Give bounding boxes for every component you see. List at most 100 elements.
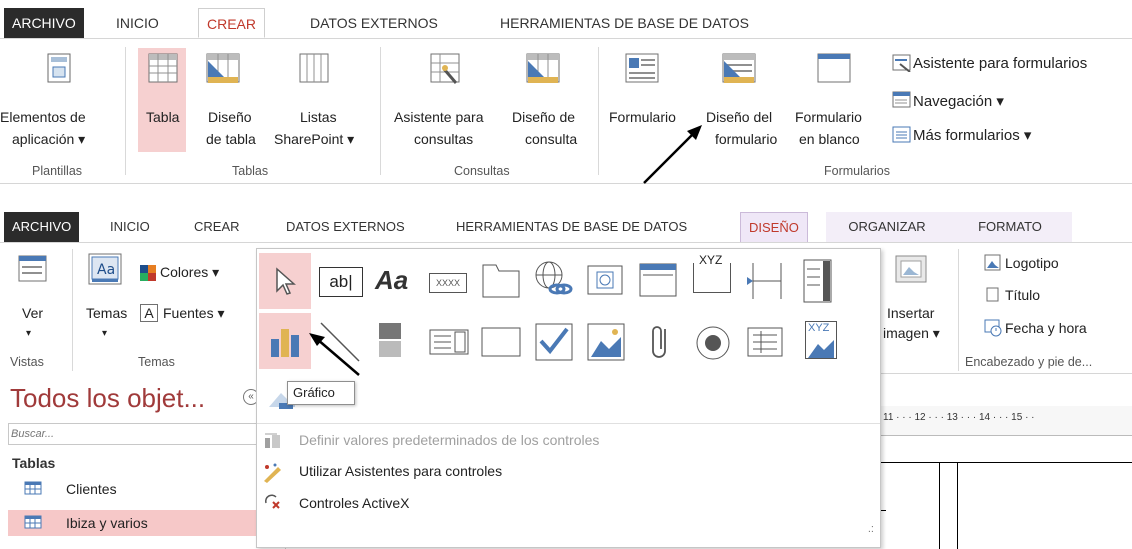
menu-activex[interactable]: Controles ActiveX xyxy=(299,495,410,511)
tab-inicio-2[interactable]: INICIO xyxy=(102,212,158,242)
group-encabezado: Encabezado y pie de... xyxy=(965,355,1093,369)
tab-herramientas-2[interactable]: HERRAMIENTAS DE BASE DE DATOS xyxy=(448,212,695,242)
option-group-button[interactable]: XYZ xyxy=(693,253,731,293)
table-icon xyxy=(24,481,42,495)
form-design-label-2[interactable]: formulario xyxy=(715,131,777,148)
blank-form-label-2[interactable]: en blanco xyxy=(799,131,860,148)
nav-pane-title[interactable]: Todos los objet... xyxy=(10,383,205,414)
chart-tooltip: Gráfico xyxy=(287,381,355,405)
top-tab-strip: ARCHIVO INICIO CREAR DATOS EXTERNOS HERR… xyxy=(0,8,1132,38)
blank-form-label-1[interactable]: Formulario xyxy=(795,109,862,126)
insert-image-label-1[interactable]: Insertar xyxy=(887,305,934,322)
tab-control-icon[interactable] xyxy=(481,263,521,299)
query-design-label-2[interactable]: consulta xyxy=(525,131,577,148)
insert-image-label-2[interactable]: imagen ▾ xyxy=(883,325,940,342)
table-icon xyxy=(148,53,178,86)
view-label[interactable]: Ver xyxy=(22,305,43,322)
query-wizard-label-2[interactable]: consultas xyxy=(414,131,473,148)
navigation-pane: Todos los objet... « Tablas Clientes Ibi… xyxy=(0,373,286,549)
date-time-button[interactable]: Fecha y hora xyxy=(1005,320,1087,337)
list-item-label: Clientes xyxy=(66,481,117,497)
app-parts-label-1[interactable]: Elementos de xyxy=(0,109,86,126)
tab-crear-2[interactable]: CREAR xyxy=(186,212,248,242)
group-formularios: Formularios xyxy=(824,164,890,178)
fonts-button[interactable]: Fuentes ▾ xyxy=(163,305,225,322)
web-browser-icon[interactable] xyxy=(587,265,623,295)
sharepoint-lists-icon xyxy=(299,53,329,86)
more-forms-button[interactable]: Más formularios ▾ xyxy=(913,127,1031,144)
tab-herramientas[interactable]: HERRAMIENTAS DE BASE DE DATOS xyxy=(492,8,757,38)
group-plantillas: Plantillas xyxy=(32,164,83,178)
tab-crear[interactable]: CREAR xyxy=(198,8,266,38)
query-wizard-icon xyxy=(430,53,462,88)
nav-section-tablas[interactable]: Tablas xyxy=(12,455,55,471)
menu-divider xyxy=(257,423,880,424)
table-design-label-2[interactable]: de tabla xyxy=(206,131,256,148)
tab-datos-externos[interactable]: DATOS EXTERNOS xyxy=(302,8,446,38)
textbox-button[interactable]: ab| xyxy=(319,267,363,297)
app-parts-label-2[interactable]: aplicación ▾ xyxy=(12,131,85,148)
activex-icon xyxy=(264,494,280,509)
table-icon xyxy=(24,515,42,529)
tab-datos-externos-2[interactable]: DATOS EXTERNOS xyxy=(278,212,413,242)
colors-button[interactable]: Colores ▾ xyxy=(160,264,219,281)
form-wizard-icon xyxy=(892,54,912,75)
insert-image-icon xyxy=(895,255,927,286)
list-box-icon[interactable] xyxy=(429,329,469,355)
form-design-label-1[interactable]: Diseño del xyxy=(706,109,772,126)
query-design-label-1[interactable]: Diseño de xyxy=(512,109,575,126)
combo-box-icon[interactable] xyxy=(803,259,833,303)
search-input[interactable] xyxy=(8,423,284,445)
table-design-icon xyxy=(206,53,240,88)
fonts-icon: A xyxy=(140,304,158,322)
date-time-icon xyxy=(984,319,1002,340)
logo-icon xyxy=(984,254,1002,275)
attachment-icon[interactable] xyxy=(649,321,671,363)
bound-object-label: XYZ xyxy=(808,322,830,334)
sharepoint-label-2[interactable]: SharePoint ▾ xyxy=(274,131,354,148)
rectangle-icon[interactable] xyxy=(481,327,521,357)
list-item-selected[interactable]: Ibiza y varios xyxy=(8,510,284,536)
subform-icon[interactable] xyxy=(747,327,783,357)
tab-inicio[interactable]: INICIO xyxy=(108,8,167,38)
form-icon xyxy=(625,53,659,88)
select-pointer-button[interactable] xyxy=(259,253,311,309)
option-group-label: XYZ xyxy=(698,253,724,267)
query-design-icon xyxy=(526,53,560,88)
view-dropdown-arrow[interactable]: ▾ xyxy=(26,325,31,342)
sharepoint-label-1[interactable]: Listas xyxy=(300,109,337,126)
logo-button[interactable]: Logotipo xyxy=(1005,255,1059,272)
tab-diseno[interactable]: DISEÑO xyxy=(740,212,808,242)
annotation-arrow-icon xyxy=(643,125,702,184)
bottom-tab-strip: ARCHIVO INICIO CREAR DATOS EXTERNOS HERR… xyxy=(0,212,1132,242)
colors-icon xyxy=(140,265,158,284)
table-design-label-1[interactable]: Diseño xyxy=(208,109,252,126)
set-defaults-icon xyxy=(265,433,280,448)
navigation-control-icon[interactable] xyxy=(639,263,677,297)
wizard-icon xyxy=(264,463,281,483)
resize-grip-icon[interactable]: .: xyxy=(868,523,874,535)
label-button[interactable]: Aa xyxy=(375,265,408,296)
navigation-button[interactable]: Navegación ▾ xyxy=(913,93,1004,110)
application-parts-icon xyxy=(47,53,73,86)
chart-icon xyxy=(271,329,299,357)
themes-dropdown-arrow[interactable]: ▾ xyxy=(102,325,107,342)
page-break-icon[interactable] xyxy=(745,261,785,301)
bound-object-frame-button[interactable]: XYZ xyxy=(805,321,837,359)
option-button-icon[interactable] xyxy=(695,325,731,361)
menu-use-wizards[interactable]: Utilizar Asistentes para controles xyxy=(299,463,502,479)
tab-organizar[interactable]: ORGANIZAR xyxy=(826,212,948,242)
button-control[interactable]: XXXX xyxy=(429,273,467,293)
tab-archivo-2[interactable]: ARCHIVO xyxy=(4,212,80,242)
checkbox-icon[interactable] xyxy=(535,323,573,361)
tab-formato[interactable]: FORMATO xyxy=(948,212,1072,242)
themes-label[interactable]: Temas xyxy=(86,305,127,322)
title-button[interactable]: Título xyxy=(1005,287,1040,304)
list-item[interactable]: Clientes xyxy=(8,477,284,501)
hyperlink-icon[interactable] xyxy=(533,259,573,299)
form-wizard-button[interactable]: Asistente para formularios xyxy=(913,55,1087,72)
image-icon[interactable] xyxy=(587,323,625,361)
tab-archivo[interactable]: ARCHIVO xyxy=(4,8,84,38)
toggle-button-icon[interactable] xyxy=(379,323,403,359)
query-wizard-label-1[interactable]: Asistente para xyxy=(394,109,484,126)
